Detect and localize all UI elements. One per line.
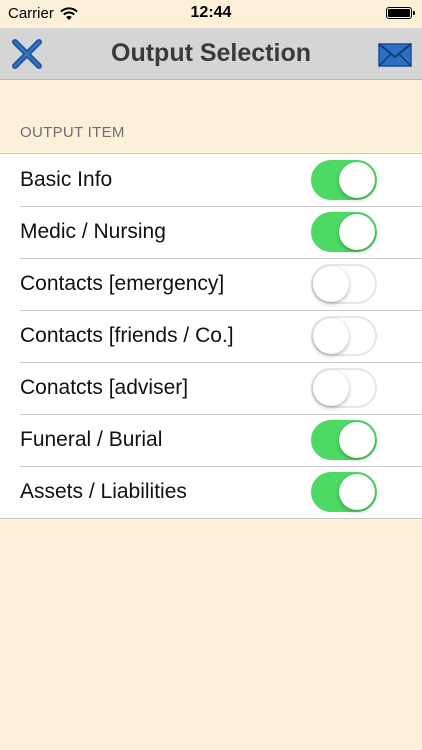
item-label: Assets / Liabilities	[20, 480, 187, 503]
list-item: Funeral / Burial	[0, 414, 422, 466]
list-item: Contacts [emergency]	[0, 258, 422, 310]
mail-button[interactable]	[378, 42, 412, 68]
status-bar: Carrier 12:44	[0, 0, 422, 28]
output-item-list: Basic Info Medic / Nursing Contacts [eme…	[0, 153, 422, 519]
item-label: Conatcts [adviser]	[20, 376, 189, 399]
contacts-adviser-toggle[interactable]	[311, 368, 377, 408]
list-item: Assets / Liabilities	[0, 466, 422, 518]
page-title: Output Selection	[111, 39, 311, 67]
contacts-emergency-toggle[interactable]	[311, 264, 377, 304]
item-label: Medic / Nursing	[20, 220, 166, 243]
list-item: Medic / Nursing	[0, 206, 422, 258]
assets-liabilities-toggle[interactable]	[311, 472, 377, 512]
item-label: Contacts [emergency]	[20, 272, 225, 295]
medic-nursing-toggle[interactable]	[311, 212, 377, 252]
mail-envelope-icon	[378, 43, 412, 67]
navigation-bar: Output Selection	[0, 28, 422, 80]
list-item: Basic Info	[0, 154, 422, 206]
section-header: OUTPUT ITEM	[20, 124, 125, 141]
battery-icon	[386, 7, 415, 19]
item-label: Basic Info	[20, 168, 113, 191]
item-label: Funeral / Burial	[20, 428, 163, 451]
list-item: Contacts [friends / Co.]	[0, 310, 422, 362]
status-time: 12:44	[190, 4, 232, 21]
list-item: Conatcts [adviser]	[0, 362, 422, 414]
funeral-burial-toggle[interactable]	[311, 420, 377, 460]
basic-info-toggle[interactable]	[311, 160, 377, 200]
contacts-friends-toggle[interactable]	[311, 316, 377, 356]
item-label: Contacts [friends / Co.]	[20, 324, 234, 347]
